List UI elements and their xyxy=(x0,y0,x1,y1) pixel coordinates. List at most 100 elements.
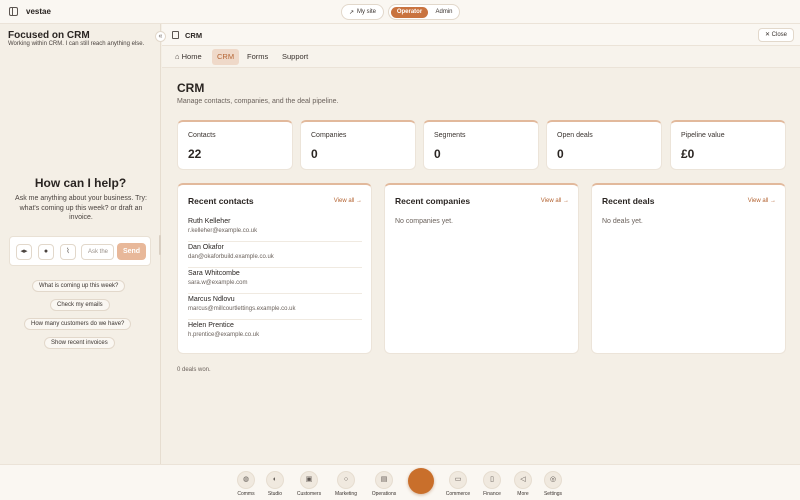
panel-title: Recent contacts xyxy=(188,196,254,206)
stat-card-pipeline-value[interactable]: Pipeline value £0 xyxy=(670,120,786,170)
stat-label: Open deals xyxy=(557,132,593,139)
focus-title: Focused on CRM xyxy=(8,30,90,41)
bottom-dock: ◍ Comms ◐ Studio ▣ Customers ○ Marketing… xyxy=(0,464,800,500)
contact-row[interactable]: Sara Whitcombe sara.w@example.com xyxy=(188,268,362,294)
view-all-companies-link[interactable]: View all → xyxy=(541,198,569,204)
contact-email: sara.w@example.com xyxy=(188,280,248,286)
calendar-icon: ▤ xyxy=(375,471,393,489)
stat-card-contacts[interactable]: Contacts 22 xyxy=(177,120,293,170)
suggestion-chip[interactable]: What is coming up this week? xyxy=(32,280,126,292)
suggestion-chip[interactable]: Show recent invoices xyxy=(44,337,115,349)
dock-label: Operations xyxy=(371,491,397,497)
panel-resize-handle[interactable] xyxy=(159,235,161,255)
tab-crm[interactable]: CRM xyxy=(212,49,240,65)
microphone-icon[interactable]: ● xyxy=(38,244,54,260)
collapse-panel-icon[interactable]: « xyxy=(155,31,166,42)
suggestion-chip[interactable]: Check my emails xyxy=(50,299,110,311)
storefront-icon: ▭ xyxy=(449,471,467,489)
contact-row[interactable]: Dan Okafor dan@okaforbuild.example.co.uk xyxy=(188,242,362,268)
recent-companies-panel: Recent companies View all → No companies… xyxy=(384,183,579,354)
empty-state: No companies yet. xyxy=(395,218,453,225)
page-description: Manage contacts, companies, and the deal… xyxy=(177,98,339,105)
tab-forms[interactable]: Forms xyxy=(242,49,273,65)
dock-item-marketing[interactable]: ○ Marketing xyxy=(333,471,359,499)
main-content: CRM ✕ Close ⌂ Home CRM Forms Support CRM… xyxy=(162,24,800,464)
contact-row[interactable]: Marcus Ndlovu marcus@millcourtlettings.e… xyxy=(188,294,362,320)
mode-operator-button[interactable]: Operator xyxy=(391,7,428,18)
mode-admin-button[interactable]: Admin xyxy=(430,7,458,18)
contact-row[interactable]: Ruth Kelleher r.kelleher@example.co.uk xyxy=(188,216,362,242)
stat-card-segments[interactable]: Segments 0 xyxy=(423,120,539,170)
contact-name: Ruth Kelleher xyxy=(188,218,231,225)
palette-icon: ◐ xyxy=(266,471,284,489)
view-all-deals-link[interactable]: View all → xyxy=(748,198,776,204)
chat-composer: ◂▸ ● ⌇ Ask the Send xyxy=(9,236,151,266)
module-title: CRM xyxy=(185,31,203,40)
external-link-icon: ↗ xyxy=(348,9,354,16)
crm-module-icon xyxy=(172,31,179,39)
contact-name: Helen Prentice xyxy=(188,322,234,329)
suggestion-chip[interactable]: How many customers do we have? xyxy=(24,318,132,330)
dock-item-operations[interactable]: ▤ Operations xyxy=(371,471,397,499)
close-button[interactable]: ✕ Close xyxy=(758,28,794,42)
recent-contacts-panel: Recent contacts View all → Ruth Kelleher… xyxy=(177,183,372,354)
contact-email: marcus@millcourtlettings.example.co.uk xyxy=(188,306,296,312)
assistant-panel: Focused on CRM Working within CRM. I can… xyxy=(0,24,161,464)
dock-item-customers[interactable]: ▣ Customers xyxy=(296,471,322,499)
my-site-label: My site xyxy=(357,9,377,15)
voice-wave-icon[interactable]: ◂▸ xyxy=(16,244,32,260)
contact-email: r.kelleher@example.co.uk xyxy=(188,228,258,234)
mode-switch: Operator Admin xyxy=(388,4,460,20)
search-icon: ○ xyxy=(337,471,355,489)
contact-email: dan@okaforbuild.example.co.uk xyxy=(188,254,274,260)
stat-value: 0 xyxy=(311,147,318,161)
megaphone-icon: ◁ xyxy=(514,471,532,489)
send-button[interactable]: Send xyxy=(117,243,146,260)
page-title: CRM xyxy=(177,81,205,95)
panel-title: Recent deals xyxy=(602,196,655,206)
dock-item-settings[interactable]: ◎ Settings xyxy=(540,471,566,499)
recent-deals-panel: Recent deals View all → No deals yet. xyxy=(591,183,786,354)
stat-value: £0 xyxy=(681,147,695,161)
contact-name: Sara Whitcombe xyxy=(188,270,240,277)
brand-name: vestae xyxy=(26,7,51,16)
tab-home[interactable]: ⌂ Home xyxy=(170,49,207,65)
view-all-contacts-link[interactable]: View all → xyxy=(334,198,362,204)
top-bar: vestae ↗ My site Operator Admin xyxy=(0,0,800,24)
stat-value: 22 xyxy=(188,147,202,161)
contact-row[interactable]: Helen Prentice h.prentice@example.co.uk xyxy=(188,320,362,346)
dock-item-commerce[interactable]: ▭ Commerce xyxy=(445,471,471,499)
contact-card-icon: ▣ xyxy=(300,471,318,489)
attachment-icon[interactable]: ⌇ xyxy=(60,244,76,260)
contact-name: Dan Okafor xyxy=(188,244,224,251)
stat-card-companies[interactable]: Companies 0 xyxy=(300,120,416,170)
chat-input[interactable]: Ask the xyxy=(81,244,114,260)
close-label: Close xyxy=(771,32,788,38)
stat-value: 0 xyxy=(557,147,564,161)
contact-email: h.prentice@example.co.uk xyxy=(188,332,260,338)
contact-name: Marcus Ndlovu xyxy=(188,296,235,303)
assistant-orb-button[interactable] xyxy=(408,468,434,494)
tab-support[interactable]: Support xyxy=(277,49,313,65)
document-icon: ▯ xyxy=(483,471,501,489)
home-icon: ⌂ xyxy=(175,52,182,61)
deals-won-note: 0 deals won. xyxy=(177,367,211,373)
dock-label: Settings xyxy=(543,491,563,497)
stat-card-open-deals[interactable]: Open deals 0 xyxy=(546,120,662,170)
group-icon: ◎ xyxy=(544,471,562,489)
empty-state: No deals yet. xyxy=(602,218,643,225)
assistant-subtitle: Ask me anything about your business. Try… xyxy=(15,195,147,221)
my-site-button[interactable]: ↗ My site xyxy=(341,4,384,20)
people-icon: ◍ xyxy=(237,471,255,489)
dock-item-studio[interactable]: ◐ Studio xyxy=(262,471,288,499)
focus-description: Working within CRM. I can still reach an… xyxy=(8,41,145,47)
stat-label: Companies xyxy=(311,132,347,139)
sidebar-toggle-icon[interactable] xyxy=(9,7,18,16)
tab-home-label: Home xyxy=(181,52,202,61)
stat-label: Pipeline value xyxy=(681,132,725,139)
stat-value: 0 xyxy=(434,147,441,161)
module-header: CRM ✕ Close xyxy=(162,24,800,46)
tab-bar: ⌂ Home CRM Forms Support xyxy=(162,46,800,68)
stat-label: Contacts xyxy=(188,132,216,139)
stat-label: Segments xyxy=(434,132,466,139)
